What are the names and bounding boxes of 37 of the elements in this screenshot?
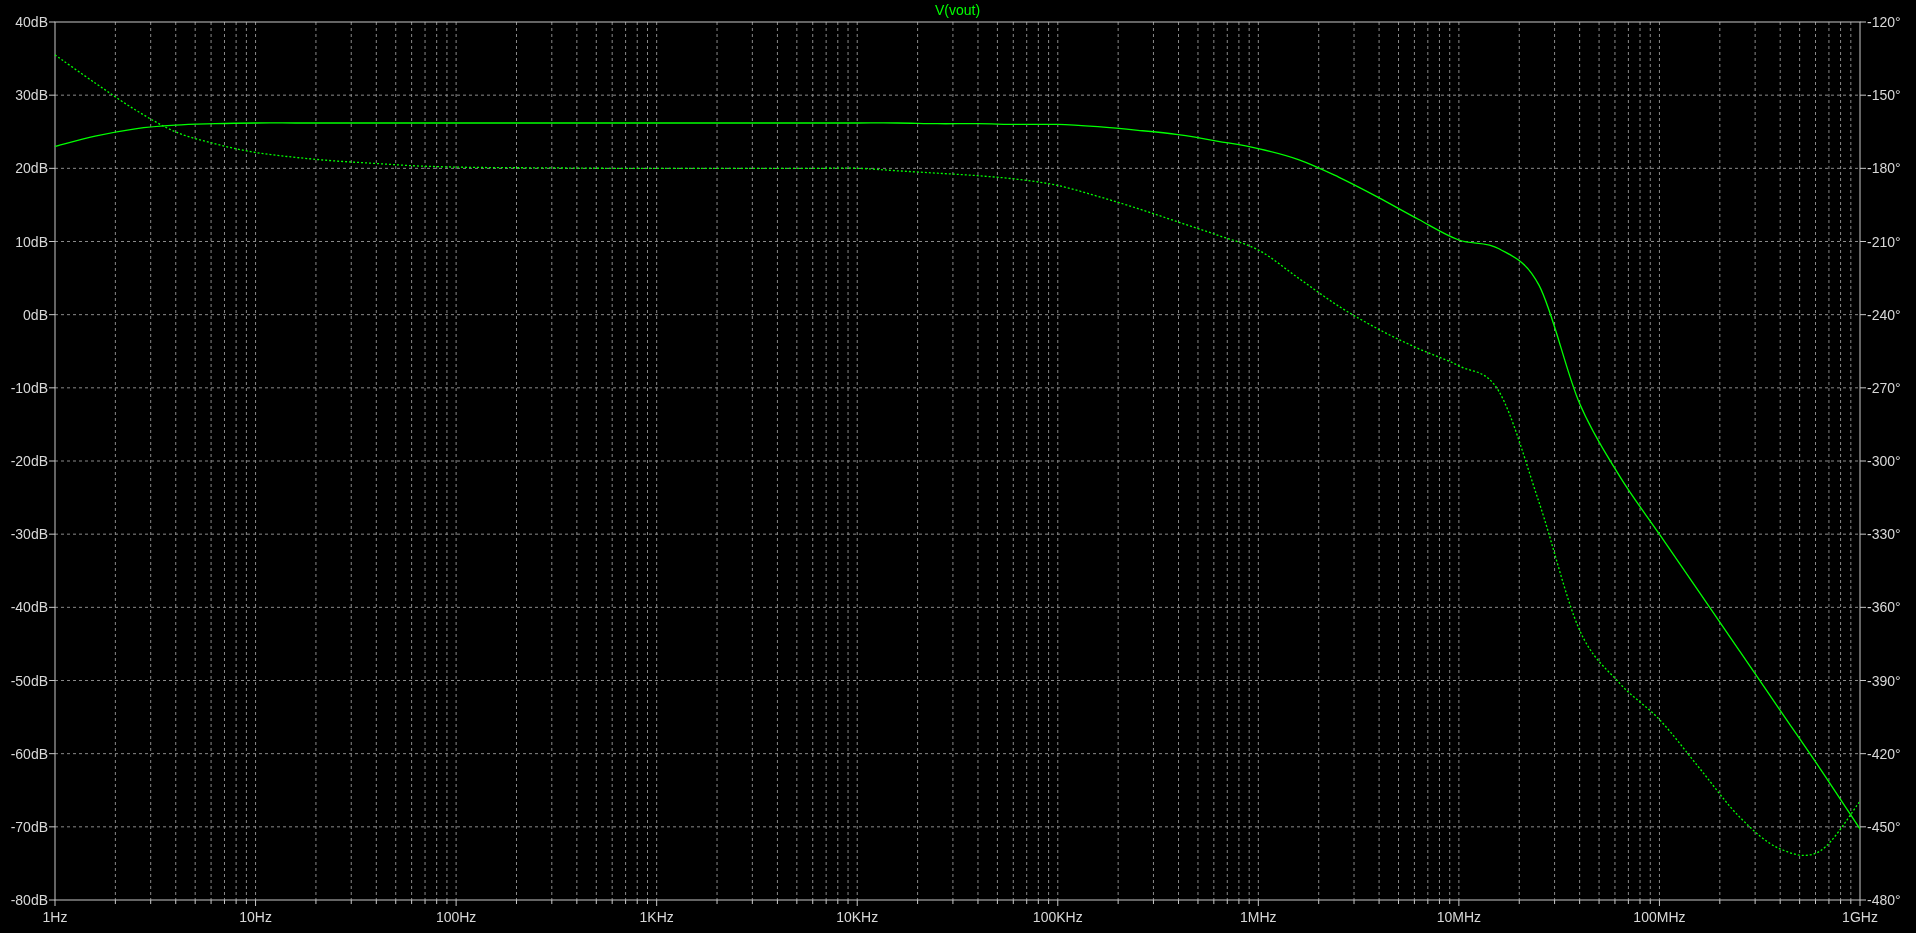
axis-tick-label: -20dB: [10, 453, 48, 469]
axis-tick-label: -30dB: [10, 526, 48, 543]
axis-tick-label: -480°: [1867, 892, 1901, 908]
axis-tick-label: 10dB: [15, 233, 48, 250]
axis-tick-label: -330°: [1867, 526, 1901, 543]
axis-tick-label: 1KHz: [639, 909, 674, 925]
axis-tick-label: 100Hz: [435, 909, 477, 925]
axis-tick-label: 1GHz: [1842, 909, 1878, 925]
axis-tick-label: 20dB: [15, 160, 48, 177]
axis-tick-label: 10Hz: [239, 909, 272, 925]
axis-tick-label: 10KHz: [836, 909, 879, 925]
axis-tick-label: -360°: [1867, 599, 1901, 616]
axis-tick-label: 0dB: [23, 306, 48, 323]
chart-title: V(vout): [934, 2, 981, 18]
axis-tick-label: -240°: [1867, 306, 1901, 323]
axis-tick-label: 10MHz: [1436, 909, 1482, 925]
axis-tick-label: -270°: [1867, 379, 1901, 396]
axis-tick-label: 100KHz: [1032, 909, 1083, 925]
axis-tick-label: -50dB: [10, 672, 48, 689]
axis-tick-label: -120°: [1867, 14, 1901, 30]
axis-tick-label: -180°: [1867, 160, 1901, 177]
axis-tick-label: -390°: [1867, 672, 1901, 689]
axis-tick-label: -210°: [1867, 233, 1901, 250]
axis-tick-label: -40dB: [10, 599, 48, 616]
axis-tick-label: -420°: [1867, 745, 1901, 762]
axis-tick-label: -70dB: [10, 818, 48, 835]
axis-tick-label: 100MHz: [1633, 909, 1686, 925]
axis-tick-label: -80dB: [10, 892, 48, 908]
axis-tick-label: 1MHz: [1240, 909, 1277, 925]
axis-tick-label: 1Hz: [42, 909, 68, 925]
axis-tick-label: -10dB: [10, 379, 48, 396]
axis-tick-label: 30dB: [15, 87, 48, 104]
axis-tick-label: 40dB: [15, 14, 48, 30]
axis-tick-label: -450°: [1867, 818, 1901, 835]
axis-tick-label: -150°: [1867, 87, 1901, 104]
axis-tick-label: -60dB: [10, 745, 48, 762]
axis-tick-label: -300°: [1867, 453, 1901, 469]
